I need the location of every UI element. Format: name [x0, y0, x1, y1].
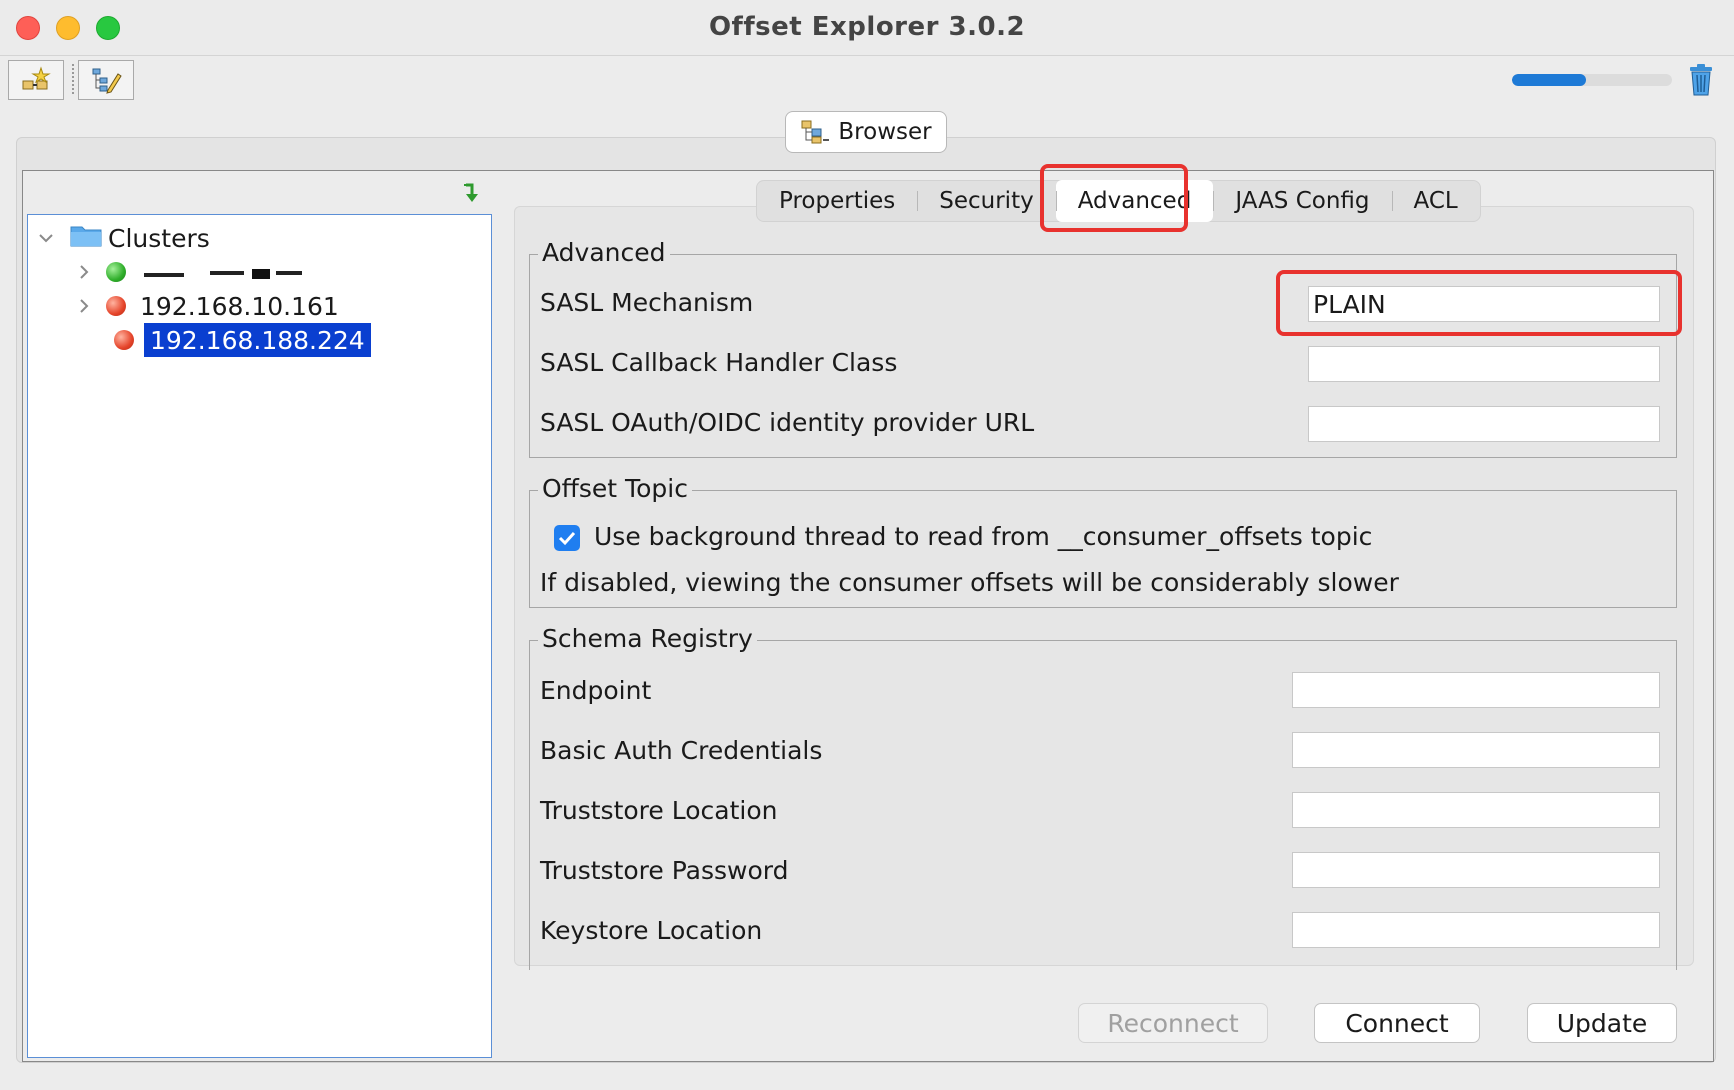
status-disconnected-icon: [106, 296, 126, 316]
tree-item-label: 192.168.10.161: [140, 291, 339, 321]
truststore-password-label: Truststore Password: [540, 856, 789, 885]
add-connection-icon: [22, 66, 51, 90]
endpoint-field[interactable]: [1292, 672, 1660, 708]
sasl-mechanism-highlight: [1276, 270, 1682, 336]
tree-root-clusters[interactable]: Clusters: [36, 221, 210, 255]
tab-properties[interactable]: Properties: [757, 180, 917, 222]
browser-button-label: Browser: [838, 119, 932, 145]
cluster-tree[interactable]: Clusters 192.168.10.161 192.168.188.224: [27, 214, 492, 1058]
sasl-oauth-label: SASL OAuth/OIDC identity provider URL: [540, 408, 1035, 437]
tree-item-cluster-2[interactable]: 192.168.10.161: [74, 289, 339, 323]
truststore-password-field[interactable]: [1292, 852, 1660, 888]
advanced-tab-highlight: [1040, 164, 1188, 232]
advanced-group-title: Advanced: [538, 238, 670, 267]
add-connection-button[interactable]: [8, 60, 64, 100]
activity-progress-bar: [1512, 74, 1672, 86]
truststore-location-label: Truststore Location: [540, 796, 778, 825]
chevron-right-icon[interactable]: [74, 262, 94, 282]
tree-root-label: Clusters: [108, 223, 210, 253]
update-button[interactable]: Update: [1527, 1003, 1677, 1043]
truststore-location-field[interactable]: [1292, 792, 1660, 828]
toolbar-separator: [72, 64, 74, 94]
edit-tree-icon: [92, 68, 122, 94]
sasl-oauth-field[interactable]: [1308, 406, 1660, 442]
sasl-callback-field[interactable]: [1308, 346, 1660, 382]
checkmark-icon: [558, 531, 576, 546]
reconnect-button[interactable]: Reconnect: [1078, 1003, 1268, 1043]
schema-registry-group-title: Schema Registry: [538, 624, 757, 653]
chevron-down-icon[interactable]: [36, 228, 56, 248]
status-disconnected-icon: [114, 330, 134, 350]
connect-button[interactable]: Connect: [1314, 1003, 1480, 1043]
basic-auth-field[interactable]: [1292, 732, 1660, 768]
browser-icon: [801, 120, 830, 144]
window-title: Offset Explorer 3.0.2: [708, 12, 1026, 42]
title-bar: Offset Explorer 3.0.2: [0, 0, 1734, 56]
trash-icon[interactable]: [1688, 64, 1714, 96]
endpoint-label: Endpoint: [540, 676, 652, 705]
tab-jaas-config[interactable]: JAAS Config: [1213, 180, 1391, 222]
basic-auth-label: Basic Auth Credentials: [540, 736, 823, 765]
background-thread-checkbox[interactable]: [554, 525, 580, 551]
redacted-cluster-label: [140, 259, 310, 285]
tab-acl[interactable]: ACL: [1391, 180, 1480, 222]
background-thread-label[interactable]: Use background thread to read from __con…: [594, 522, 1372, 551]
toolbar: [0, 56, 1734, 106]
tree-item-cluster-3-selected[interactable]: 192.168.188.224: [114, 323, 371, 357]
offset-topic-note: If disabled, viewing the consumer offset…: [540, 568, 1399, 597]
sasl-mechanism-label: SASL Mechanism: [540, 288, 754, 317]
offset-topic-group-title: Offset Topic: [538, 474, 692, 503]
tree-item-label: 192.168.188.224: [144, 323, 371, 357]
status-connected-icon: [106, 262, 126, 282]
chevron-right-icon[interactable]: [74, 296, 94, 316]
keystore-location-label: Keystore Location: [540, 916, 763, 945]
tab-security[interactable]: Security: [917, 180, 1055, 222]
expand-arrow-icon[interactable]: [462, 182, 486, 206]
progress-fill: [1512, 74, 1586, 86]
folder-icon: [70, 223, 102, 253]
edit-tree-button[interactable]: [78, 60, 134, 100]
keystore-location-field[interactable]: [1292, 912, 1660, 948]
browser-button[interactable]: Browser: [785, 111, 947, 153]
tree-item-cluster-1[interactable]: [74, 255, 310, 289]
sasl-callback-label: SASL Callback Handler Class: [540, 348, 898, 377]
